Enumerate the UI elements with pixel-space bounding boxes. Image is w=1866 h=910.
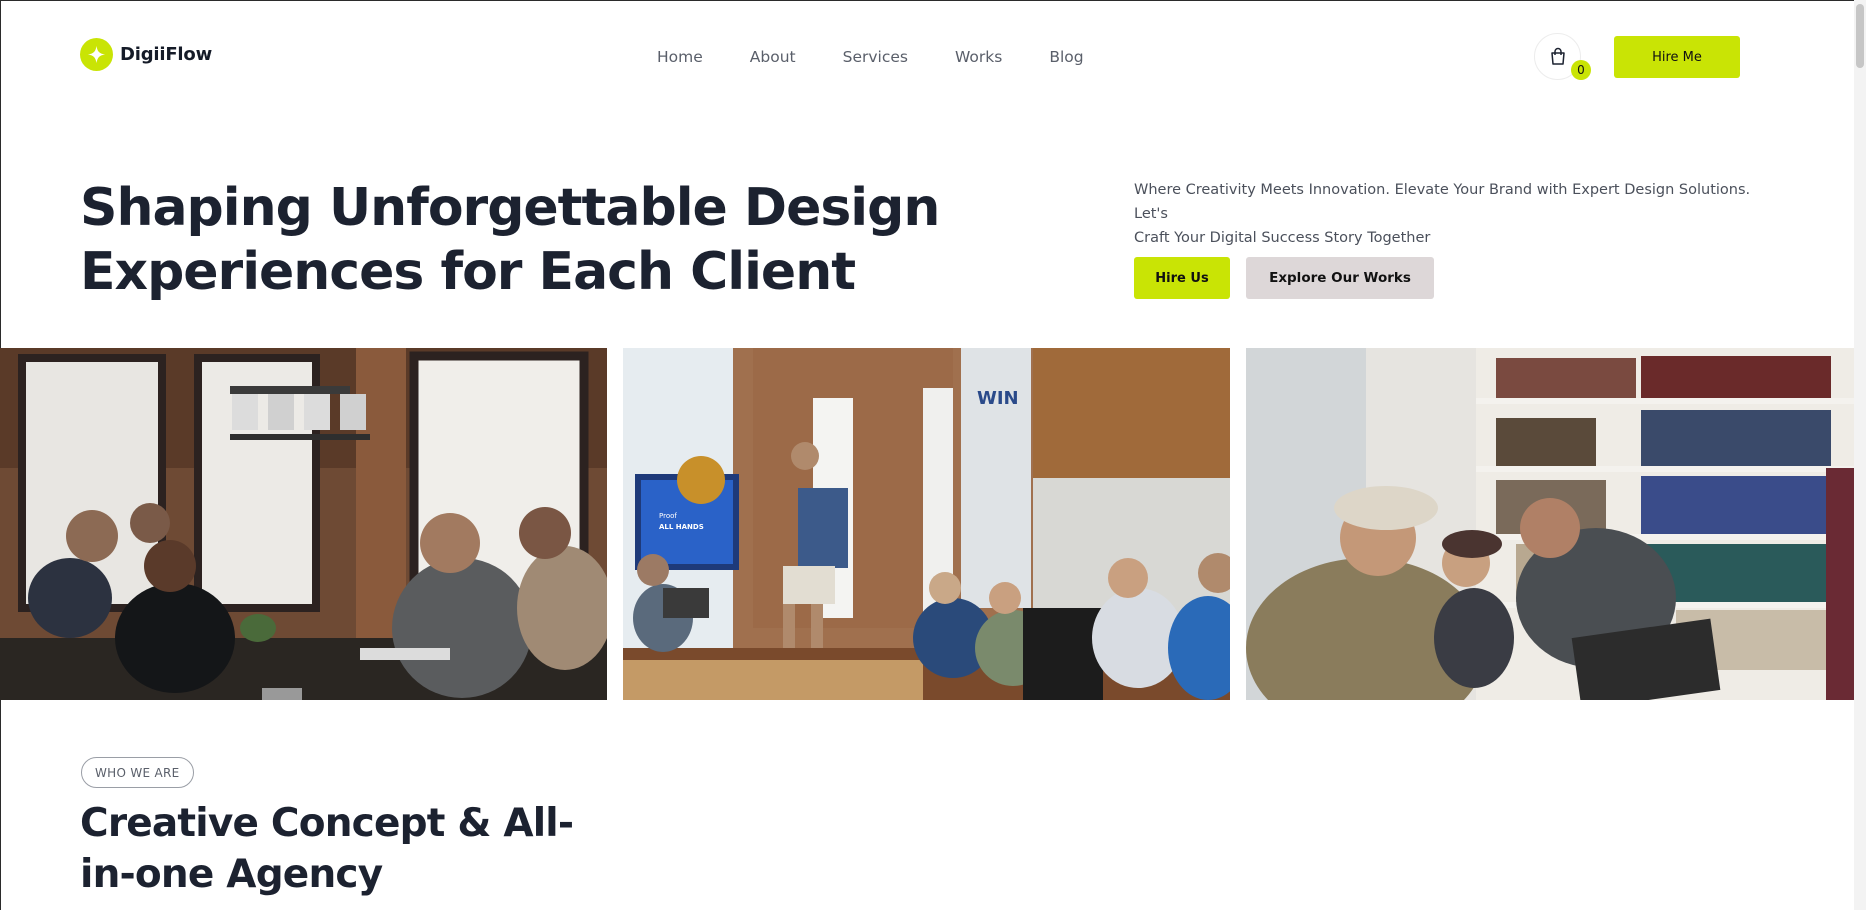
shopping-bag-icon: [1550, 47, 1565, 65]
slide-proof-text: Proof: [659, 512, 677, 520]
brand-logo[interactable]: DigiiFlow: [80, 38, 212, 71]
wall-win-sign: WIN: [977, 388, 1019, 409]
hero-title-line1: Shaping Unforgettable Design: [80, 178, 940, 238]
nav-services[interactable]: Services: [843, 48, 908, 66]
page-scrollbar[interactable]: [1854, 0, 1866, 910]
hire-me-button[interactable]: Hire Me: [1614, 36, 1740, 78]
nav-works[interactable]: Works: [955, 48, 1002, 66]
logo-sparkle-icon: [80, 38, 113, 71]
nav-home[interactable]: Home: [657, 48, 703, 66]
presentation-photo: Proof ALL HANDS WIN: [623, 348, 1230, 700]
hero-title-line2: Experiences for Each Client: [80, 242, 856, 302]
hero-subtitle: Where Creativity Meets Innovation. Eleva…: [1134, 178, 1784, 250]
hero-subtitle-line2: Craft Your Digital Success Story Togethe…: [1134, 230, 1431, 246]
team-laughing-photo: [1246, 348, 1854, 700]
nav-blog[interactable]: Blog: [1049, 48, 1083, 66]
nav-about[interactable]: About: [750, 48, 796, 66]
main-nav: Home About Services Works Blog: [657, 48, 1084, 66]
window-border-top: [0, 0, 1866, 1]
team-meeting-photo: [0, 348, 607, 700]
who-we-are-badge: WHO WE ARE: [81, 757, 194, 788]
explore-works-button[interactable]: Explore Our Works: [1246, 257, 1434, 299]
hire-us-button[interactable]: Hire Us: [1134, 257, 1230, 299]
about-title-line2: in-one Agency: [80, 852, 383, 897]
slide-all-hands-text: ALL HANDS: [659, 523, 704, 531]
hero-subtitle-line1: Where Creativity Meets Innovation. Eleva…: [1134, 182, 1751, 222]
scrollbar-thumb[interactable]: [1856, 4, 1864, 68]
brand-name: DigiiFlow: [120, 44, 212, 65]
hero-title: Shaping Unforgettable Design Experiences…: [80, 176, 1060, 304]
cart-count-badge: 0: [1571, 60, 1591, 80]
about-section-title: Creative Concept & All- in-one Agency: [80, 798, 600, 900]
about-title-line1: Creative Concept & All-: [80, 801, 574, 846]
